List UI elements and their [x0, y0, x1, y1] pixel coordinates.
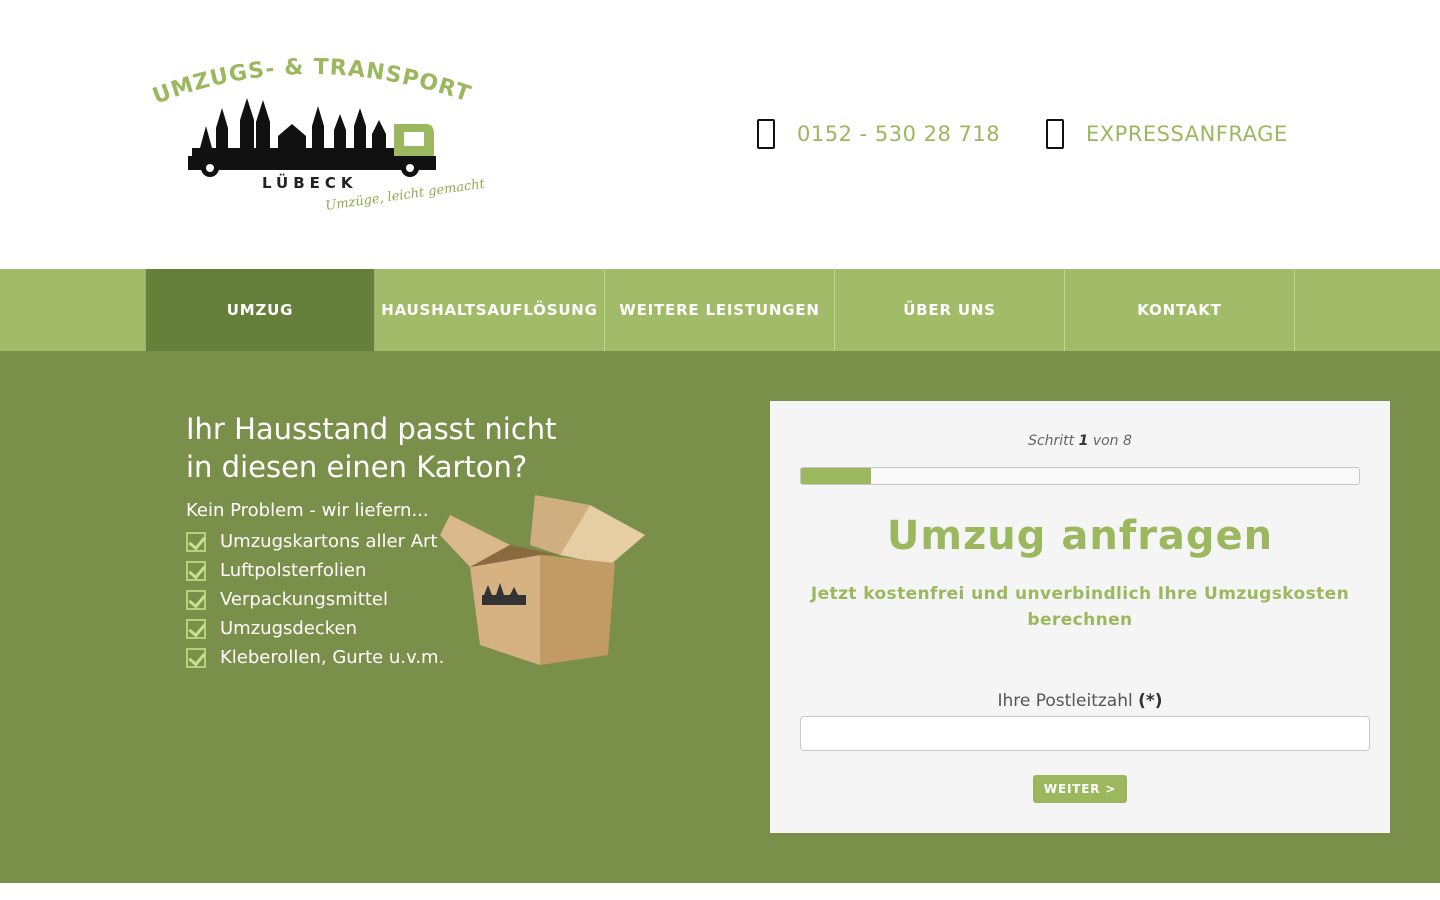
page-bottom [0, 883, 1440, 900]
form-title: Umzug anfragen [886, 513, 1274, 559]
express-request-link[interactable]: EXPRESSANFRAGE [1046, 114, 1288, 154]
next-button[interactable]: WEITER > [1033, 775, 1127, 803]
nav-item-ueber-uns[interactable]: ÜBER UNS [835, 269, 1065, 351]
nav-item-umzug[interactable]: UMZUG [145, 269, 375, 351]
express-request-label[interactable]: EXPRESSANFRAGE [1086, 122, 1288, 146]
checkbox-icon [186, 531, 206, 552]
checkbox-icon [186, 589, 206, 610]
checkbox-icon [186, 647, 206, 668]
company-logo[interactable]: UMZUGS- & TRANSPORT TEAM [148, 56, 484, 218]
phone-link[interactable]: 0152 - 530 28 718 [757, 114, 1000, 154]
required-marker: (*) [1138, 691, 1163, 711]
logo-arc-text: UMZUGS- & TRANSPORT TEAM [148, 56, 483, 111]
promo-headline: Ihr Hausstand passt nicht in diesen eine… [186, 412, 557, 484]
nav-item-haushaltsaufloesung[interactable]: HAUSHALTSAUFLÖSUNG [375, 269, 605, 351]
checkbox-icon [186, 560, 206, 581]
zip-input[interactable] [800, 716, 1370, 751]
moving-request-form: Schritt 1 von 8 Umzug anfragen Jetzt kos… [770, 401, 1390, 833]
progress-bar [800, 467, 1360, 485]
main-navigation: UMZUG HAUSHALTSAUFLÖSUNG WEITERE LEISTUN… [0, 269, 1440, 351]
phone-number[interactable]: 0152 - 530 28 718 [797, 122, 1000, 146]
form-subtitle: Jetzt kostenfrei und unverbindlich Ihre … [810, 584, 1350, 630]
logo-city: LÜBECK [262, 173, 358, 192]
nav-item-kontakt[interactable]: KONTAKT [1065, 269, 1295, 351]
nav-item-weitere-leistungen[interactable]: WEITERE LEISTUNGEN [605, 269, 835, 351]
checkbox-icon [186, 618, 206, 639]
site-header: UMZUGS- & TRANSPORT TEAM [0, 0, 1440, 269]
progress-fill [801, 468, 871, 484]
mobile-phone-icon [1046, 119, 1064, 149]
zip-label: Ihre Postleitzahl (*) [997, 691, 1163, 711]
moving-box-image [440, 495, 645, 665]
step-indicator: Schritt 1 von 8 [1028, 433, 1132, 449]
mobile-phone-icon [757, 119, 775, 149]
